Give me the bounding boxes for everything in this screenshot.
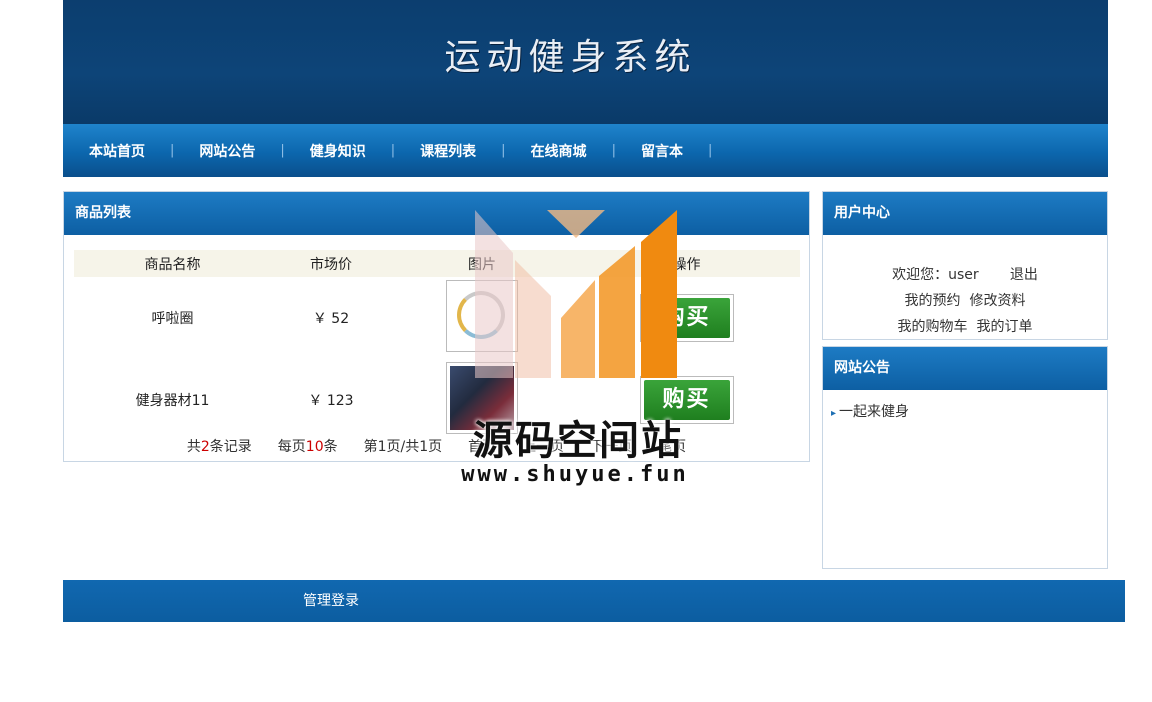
nav-divider: |: [390, 143, 396, 158]
total-records: 共2条记录: [186, 439, 252, 455]
goods-list-title: 商品列表: [64, 192, 809, 235]
col-price: 市场价: [271, 250, 391, 277]
nav-divider: |: [707, 143, 713, 158]
per-page: 每页10条: [277, 439, 338, 455]
col-action: 操作: [573, 250, 800, 277]
page-header: 运动健身系统 本站首页 | 网站公告 | 健身知识 | 课程列表 | 在线商城 | 留言本…: [63, 0, 1108, 177]
nav-announcements[interactable]: 网站公告: [199, 141, 280, 161]
username: user: [948, 267, 979, 283]
table-row: 呼啦圈 ￥ 52 购买: [74, 277, 800, 359]
goods-name[interactable]: 呼啦圈: [74, 277, 271, 359]
my-orders-link[interactable]: 我的订单: [976, 319, 1032, 335]
table-header-row: 商品名称 市场价 图片 操作: [74, 250, 800, 277]
announcements-panel: 网站公告 ▸ 一起来健身: [822, 346, 1108, 569]
bullet-arrow-icon: ▸: [831, 408, 837, 419]
nav-fitness-knowledge[interactable]: 健身知识: [310, 141, 391, 161]
nav-home[interactable]: 本站首页: [89, 141, 170, 161]
goods-image-cell: [391, 277, 573, 359]
hula-hoop-image[interactable]: [446, 280, 518, 352]
goods-price: ￥ 123: [308, 393, 354, 409]
announcements-title: 网站公告: [823, 347, 1107, 390]
col-image: 图片: [391, 250, 573, 277]
nav-online-shop[interactable]: 在线商城: [531, 141, 612, 161]
nav-divider: |: [280, 143, 285, 158]
nav-divider: |: [170, 143, 175, 158]
site-title: 运动健身系统: [444, 37, 697, 78]
nav-course-list[interactable]: 课程列表: [420, 141, 501, 161]
goods-list-panel: 商品列表 商品名称 市场价 图片 操作 呼啦圈 ￥ 52 购买 健身器材11 ￥…: [63, 191, 810, 462]
logout-link[interactable]: 退出: [1010, 267, 1038, 283]
main-nav: 本站首页 | 网站公告 | 健身知识 | 课程列表 | 在线商城 | 留言本 |: [63, 124, 1108, 177]
watermark-url: www.shuyue.fun: [461, 462, 689, 487]
nav-guestbook[interactable]: 留言本: [641, 141, 708, 161]
site-banner: 运动健身系统: [63, 0, 1108, 124]
buy-button-label: 购买: [643, 298, 730, 338]
user-links: 欢迎您：user 退出 我的预约 修改资料 我的购物车 我的订单: [823, 262, 1107, 340]
nav-divider: |: [611, 143, 616, 158]
page-info: 第1页/共1页: [363, 439, 443, 455]
nav-divider: |: [501, 143, 506, 158]
my-booking-link[interactable]: 我的预约: [905, 293, 961, 309]
admin-login-link[interactable]: 管理登录: [303, 580, 359, 622]
my-cart-link[interactable]: 我的购物车: [898, 319, 968, 335]
goods-action-cell: 购买: [573, 277, 800, 359]
announcement-text: 一起来健身: [839, 404, 910, 420]
goods-price: ￥ 52: [312, 311, 350, 327]
announcement-item[interactable]: ▸ 一起来健身: [831, 401, 909, 421]
hoop-shape: [457, 291, 505, 339]
welcome-label: 欢迎您：: [892, 267, 949, 283]
footer-bar: 管理登录: [63, 580, 1125, 622]
buy-button[interactable]: 购买: [639, 294, 734, 342]
edit-profile-link[interactable]: 修改资料: [969, 293, 1025, 309]
user-center-title: 用户中心: [823, 192, 1107, 235]
watermark-name: 源码空间站: [473, 418, 683, 464]
goods-name[interactable]: 健身器材11: [74, 359, 271, 441]
user-center-panel: 用户中心 欢迎您：user 退出 我的预约 修改资料 我的购物车 我的订单: [822, 191, 1108, 340]
pagination: 共2条记录 每页10条 第1页/共1页 首页 上一页 下一页 尾页: [64, 436, 809, 456]
col-name: 商品名称: [74, 250, 271, 277]
